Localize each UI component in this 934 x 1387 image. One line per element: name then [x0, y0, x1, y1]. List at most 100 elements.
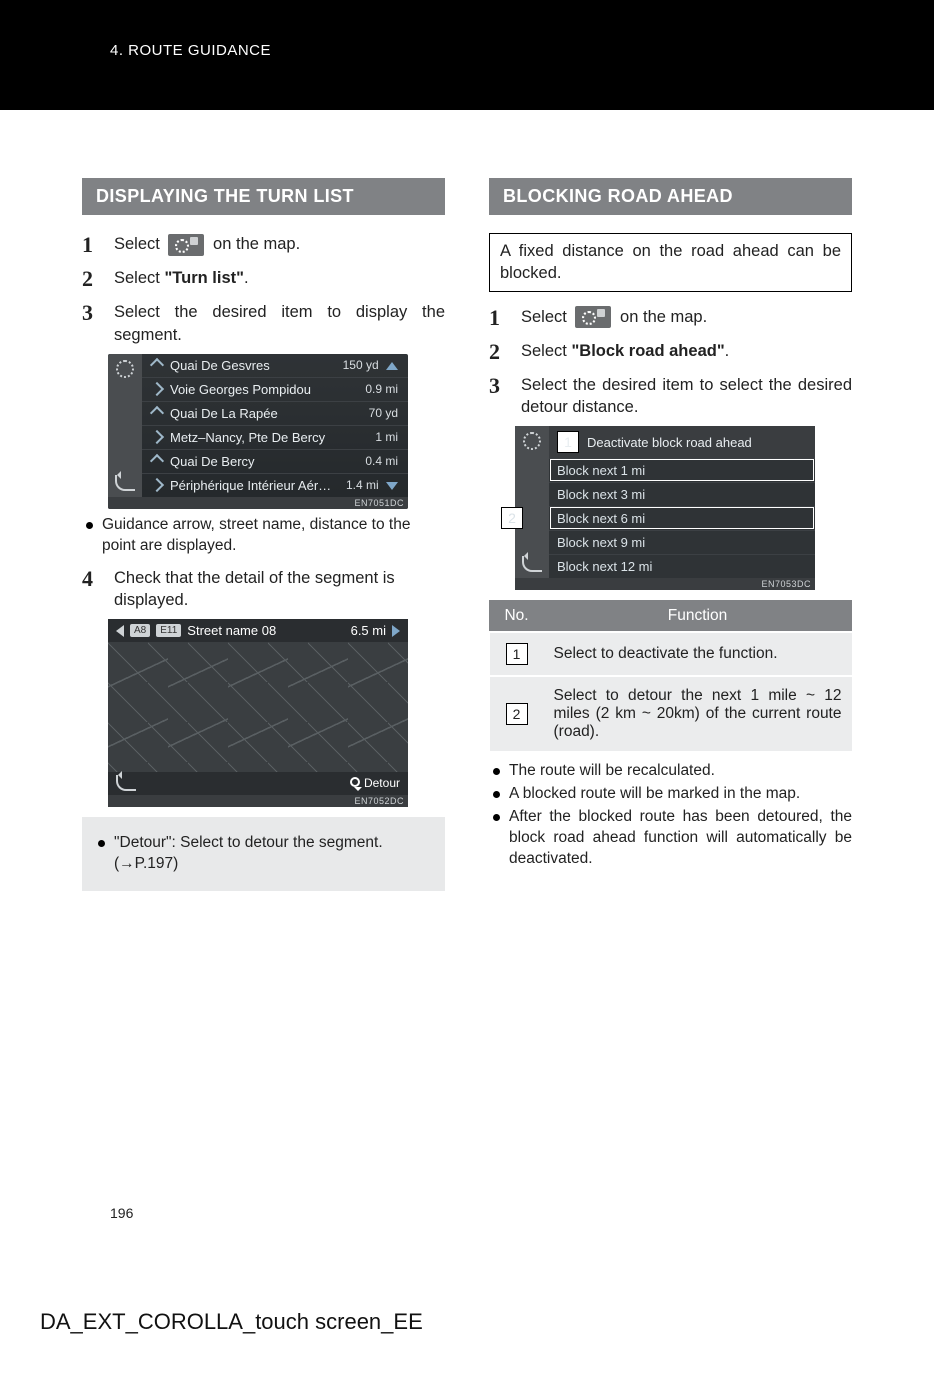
deactivate-label: Deactivate block road ahead — [587, 435, 752, 450]
step-number: 1 — [489, 306, 509, 330]
header-bar: 4. ROUTE GUIDANCE — [0, 0, 934, 110]
right-column: BLOCKING ROAD AHEAD A fixed distance on … — [489, 178, 852, 891]
text: Select — [521, 308, 571, 326]
segment-map-screenshot: A8 E11 Street name 08 6.5 mi Detour EN70… — [108, 619, 408, 807]
street-name: Quai De La Rapée — [170, 406, 278, 421]
step-number: 1 — [82, 233, 102, 257]
distance-value: 6.5 mi — [351, 623, 386, 638]
step-number: 2 — [82, 267, 102, 291]
step-number: 2 — [489, 340, 509, 364]
street-name: Metz–Nancy, Pte De Bercy — [170, 430, 325, 445]
distance-value: 70 yd — [369, 406, 398, 420]
left-column: DISPLAYING THE TURN LIST 1 Select on the… — [82, 178, 445, 891]
table-head-function: Function — [544, 601, 852, 633]
section-title-turn-list: DISPLAYING THE TURN LIST — [82, 178, 445, 215]
step-4-left: 4 Check that the detail of the segment i… — [82, 567, 445, 612]
turn-arrow-icon — [150, 430, 164, 444]
bullet-item: The route will be recalculated. — [493, 761, 852, 782]
step-1-left: 1 Select on the map. — [82, 233, 445, 257]
next-icon[interactable] — [392, 625, 400, 637]
pin-icon — [350, 777, 360, 787]
block-row-label: Block next 9 mi — [557, 535, 645, 550]
turn-list-label: "Turn list" — [164, 269, 244, 287]
scroll-up-icon[interactable] — [386, 362, 398, 370]
turn-list-row[interactable]: Périphérique Intérieur Aér… 1.4 mi — [142, 473, 408, 497]
text: Select — [114, 269, 164, 287]
turn-list-row[interactable]: Quai De Gesvres 150 yd — [142, 354, 408, 377]
table-row: 1 Select to deactivate the function. — [490, 632, 852, 676]
block-distance-row[interactable]: Block next 3 mi — [549, 482, 815, 506]
turn-list-row[interactable]: Metz–Nancy, Pte De Bercy 1 mi — [142, 425, 408, 449]
info-bullets: Guidance arrow, street name, distance to… — [86, 515, 445, 557]
distance-value: 1.4 mi — [346, 478, 398, 492]
distance-value: 150 yd — [343, 358, 398, 372]
turn-arrow-icon — [150, 406, 164, 420]
route-options-icon[interactable] — [575, 306, 611, 328]
image-code: EN7052DC — [108, 795, 408, 807]
block-distance-row[interactable]: Block next 9 mi — [549, 530, 815, 554]
step-2-right: 2 Select "Block road ahead". — [489, 340, 852, 364]
section-title-block-road: BLOCKING ROAD AHEAD — [489, 178, 852, 215]
callout-number-2: 2 — [501, 507, 523, 529]
row-number: 1 — [506, 643, 528, 665]
text: . — [725, 342, 730, 360]
callout-box: A fixed distance on the road ahead can b… — [489, 233, 852, 292]
table-head-no: No. — [490, 601, 544, 633]
turn-list-row[interactable]: Quai De La Rapée 70 yd — [142, 401, 408, 425]
detour-label: Detour — [364, 776, 400, 790]
table-row: 2 Select to detour the next 1 mile ~ 12 … — [490, 676, 852, 751]
detour-label: "Detour" — [114, 834, 172, 851]
map-footer: Detour — [108, 772, 408, 795]
street-name: Périphérique Intérieur Aér… — [170, 478, 331, 493]
turn-list-screenshot: Quai De Gesvres 150 yd Voie Georges Pompi… — [108, 354, 408, 509]
text: Select — [114, 235, 164, 253]
map-canvas[interactable] — [108, 642, 408, 772]
prev-icon[interactable] — [116, 625, 124, 637]
text: Select — [521, 342, 571, 360]
block-row-label: Block next 3 mi — [557, 487, 645, 502]
callout-number-1: 1 — [557, 431, 579, 453]
row-function: Select to deactivate the function. — [544, 632, 852, 676]
back-icon[interactable] — [522, 556, 542, 572]
bullet-item: Guidance arrow, street name, distance to… — [86, 515, 445, 557]
back-icon[interactable] — [116, 775, 136, 791]
route-options-icon[interactable] — [168, 234, 204, 256]
image-code: EN7051DC — [108, 497, 408, 509]
route-options-icon[interactable] — [523, 432, 541, 450]
header-spacer — [0, 110, 934, 178]
turn-arrow-icon — [150, 454, 164, 468]
text: on the map. — [213, 235, 300, 253]
back-icon[interactable] — [115, 475, 135, 491]
step-text: Select the desired item to select the de… — [521, 374, 852, 419]
street-name: Voie Georges Pompidou — [170, 382, 311, 397]
block-row-label: Block next 1 mi — [557, 463, 645, 478]
turn-list-row[interactable]: Voie Georges Pompidou 0.9 mi — [142, 377, 408, 401]
block-row-label: Block next 12 mi — [557, 559, 652, 574]
text: . — [244, 269, 249, 287]
road-badge: E11 — [156, 624, 181, 637]
block-distance-row[interactable]: Block next 1 mi — [549, 458, 815, 482]
document-footer: DA_EXT_COROLLA_touch screen_EE — [40, 1309, 423, 1335]
block-road-label: "Block road ahead" — [571, 342, 724, 360]
step-text: Select on the map. — [114, 233, 445, 256]
deactivate-row[interactable]: 1 Deactivate block road ahead — [549, 426, 815, 458]
block-row-label: Block next 6 mi — [557, 511, 645, 526]
detour-button[interactable]: Detour — [350, 776, 400, 790]
route-options-icon[interactable] — [116, 360, 134, 378]
map-header: A8 E11 Street name 08 6.5 mi — [108, 619, 408, 642]
row-number: 2 — [506, 703, 528, 725]
step-1-right: 1 Select on the map. — [489, 306, 852, 330]
text: on the map. — [620, 308, 707, 326]
distance-value: 1 mi — [375, 430, 398, 444]
step-number: 3 — [489, 374, 509, 398]
street-name: Quai De Gesvres — [170, 358, 270, 373]
street-name: Quai De Bercy — [170, 454, 255, 469]
step-2-left: 2 Select "Turn list". — [82, 267, 445, 291]
block-distance-row[interactable]: 2Block next 6 mi — [549, 506, 815, 530]
block-distance-row[interactable]: Block next 12 mi — [549, 554, 815, 578]
page-number: 196 — [110, 1205, 133, 1221]
turn-list-row[interactable]: Quai De Bercy0.4 mi — [142, 449, 408, 473]
scroll-down-icon[interactable] — [386, 482, 398, 490]
distance-value: 0.9 mi — [365, 382, 398, 396]
step-3-right: 3 Select the desired item to select the … — [489, 374, 852, 419]
